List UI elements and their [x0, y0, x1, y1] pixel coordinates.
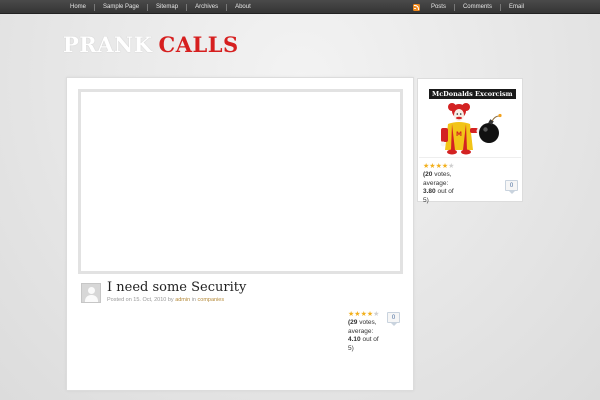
nav-about[interactable]: About [227, 0, 259, 14]
rating-text: (20 votes, average: 3.80 out of 5) [423, 171, 459, 205]
post-category-link[interactable]: companies [198, 297, 225, 303]
nav-sample-page[interactable]: Sample Page [95, 0, 147, 14]
rss-icon[interactable] [412, 3, 420, 11]
post-thumbnail[interactable]: M McDonalds Excorcism [419, 80, 521, 158]
video-embed-frame[interactable] [78, 89, 403, 274]
logo-text-prank: PRANK [63, 32, 153, 57]
rating-text: (29 votes, average: 4.10 out of 5) [348, 319, 382, 353]
sidebar-comment-count-bubble[interactable]: 0 [505, 180, 518, 194]
feed-nav: Posts Comments Email [412, 0, 532, 14]
rating-stars[interactable]: ★ ★ ★ ★ ★ [423, 163, 459, 170]
star-icon[interactable]: ★ [373, 311, 379, 318]
site-logo[interactable]: PRANK CALLS [63, 32, 239, 57]
nav-email[interactable]: Email [501, 0, 532, 14]
nav-posts-feed[interactable]: Posts [423, 0, 454, 14]
post-rating: ★ ★ ★ ★ ★ (29 votes, average: 4.10 out o… [348, 311, 382, 353]
rating-average: 3.80 [423, 188, 436, 195]
post-meta-in: in [191, 297, 196, 303]
rating-votes-count: (20 [423, 171, 433, 178]
sidebar-post-card: M McDonalds Excorcism ★ ★ ★ ★ ★ (20 vote… [417, 78, 523, 205]
nav-archives[interactable]: Archives [187, 0, 226, 14]
post-title[interactable]: I need some Security [107, 280, 246, 295]
post-meta: Posted on 15. Oct, 2010 by admin in comp… [107, 297, 224, 303]
nav-comments-feed[interactable]: Comments [455, 0, 500, 14]
rating-votes-count: (29 [348, 319, 358, 326]
main-nav: Home Sample Page Sitemap Archives About [62, 0, 259, 14]
post-meta-date: Posted on 15. Oct, 2010 by [107, 297, 174, 303]
avatar-placeholder-icon [81, 283, 101, 303]
main-content-panel: I need some Security Posted on 15. Oct, … [66, 77, 414, 391]
post-author-link[interactable]: admin [175, 297, 190, 303]
svg-text:M: M [456, 131, 462, 138]
comment-count: 0 [509, 182, 514, 189]
thumbnail-caption: McDonalds Excorcism [429, 89, 516, 99]
logo-text-calls: CALLS [158, 32, 239, 57]
comment-count-bubble[interactable]: 0 [387, 312, 400, 326]
top-navigation-bar: Home Sample Page Sitemap Archives About … [0, 0, 600, 14]
rating-average: 4.10 [348, 336, 361, 343]
comment-count: 0 [391, 314, 396, 321]
nav-sitemap[interactable]: Sitemap [148, 0, 186, 14]
star-icon[interactable]: ★ [448, 163, 454, 170]
rating-stars[interactable]: ★ ★ ★ ★ ★ [348, 311, 382, 318]
nav-home[interactable]: Home [62, 0, 94, 14]
sidebar-post-rating: ★ ★ ★ ★ ★ (20 votes, average: 3.80 out o… [423, 163, 459, 205]
